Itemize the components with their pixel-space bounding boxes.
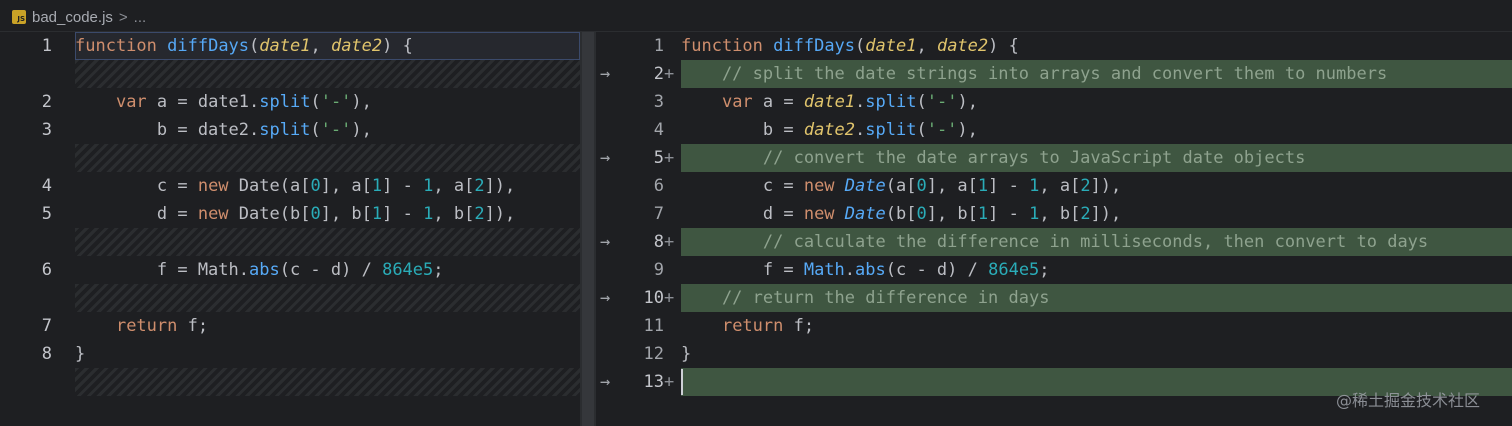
code-line[interactable]: b = date2.split('-'),: [681, 116, 978, 144]
line-number: 8: [653, 232, 664, 252]
code-line[interactable]: d = new Date(b[0], b[1] - 1, b[2]),: [681, 200, 1121, 228]
code-line[interactable]: b = date2.split('-'),: [75, 116, 372, 144]
diff-gap-hatch: [75, 60, 580, 88]
added-marker: +: [664, 232, 675, 252]
line-number: 10: [643, 288, 664, 308]
line-number: 5: [653, 148, 664, 168]
code-line[interactable]: var a = date1.split('-'),: [75, 88, 372, 116]
line-number: 13: [643, 372, 664, 392]
line-number: 6: [653, 176, 664, 196]
added-marker: +: [664, 148, 675, 168]
code-line[interactable]: f = Math.abs(c - d) / 864e5;: [75, 256, 444, 284]
line-number: 2: [653, 64, 664, 84]
code-line[interactable]: // calculate the difference in milliseco…: [681, 228, 1428, 256]
line-number: 5: [41, 204, 52, 224]
code-line[interactable]: c = new Date(a[0], a[1] - 1, a[2]),: [75, 172, 515, 200]
diff-gap-hatch: [75, 368, 580, 396]
line-number: 9: [653, 260, 664, 280]
line-number: 7: [41, 316, 52, 336]
line-number: 4: [653, 120, 664, 140]
line-number: 6: [41, 260, 52, 280]
code-line[interactable]: var a = date1.split('-'),: [681, 88, 978, 116]
code-line[interactable]: function diffDays(date1, date2) {: [75, 32, 413, 60]
line-number: 1: [653, 36, 664, 56]
diff-gap-hatch: [75, 284, 580, 312]
code-line[interactable]: c = new Date(a[0], a[1] - 1, a[2]),: [681, 172, 1121, 200]
code-line[interactable]: function diffDays(date1, date2) {: [681, 32, 1019, 60]
code-line[interactable]: // return the difference in days: [681, 284, 1050, 312]
line-number: 7: [653, 204, 664, 224]
modified-pane[interactable]: 1 function diffDays(date1, date2) { → 2 …: [596, 32, 1512, 426]
code-line[interactable]: return f;: [681, 312, 814, 340]
code-line[interactable]: return f;: [75, 312, 208, 340]
code-line[interactable]: // split the date strings into arrays an…: [681, 60, 1387, 88]
js-file-icon: JS: [12, 10, 26, 24]
watermark: @稀土掘金技术社区: [1336, 391, 1481, 410]
code-line[interactable]: d = new Date(b[0], b[1] - 1, b[2]),: [75, 200, 515, 228]
line-number: 4: [41, 176, 52, 196]
code-line[interactable]: // convert the date arrays to JavaScript…: [681, 144, 1305, 172]
breadcrumb-more[interactable]: ...: [134, 9, 147, 26]
original-pane[interactable]: 1 function diffDays(date1, date2) { 2 va…: [0, 32, 580, 426]
line-number: 8: [41, 344, 52, 364]
code-line[interactable]: }: [681, 340, 691, 368]
line-number: 3: [653, 92, 664, 112]
line-number: 1: [41, 36, 52, 56]
file-name[interactable]: bad_code.js: [32, 9, 113, 26]
diff-gap-hatch: [75, 144, 580, 172]
editor-tab-bar: JS bad_code.js > ...: [0, 0, 1512, 32]
line-number: 2: [41, 92, 52, 112]
chevron-right-icon: >: [118, 8, 128, 26]
line-number: 12: [643, 344, 664, 364]
line-number: 3: [41, 120, 52, 140]
diff-gap-hatch: [75, 228, 580, 256]
text-caret: [681, 369, 683, 395]
line-number: 11: [643, 316, 664, 336]
code-line[interactable]: }: [75, 340, 85, 368]
added-marker: +: [664, 372, 675, 392]
added-marker: +: [664, 288, 675, 308]
scrollbar[interactable]: [582, 32, 594, 426]
file-tab[interactable]: JS bad_code.js > ...: [12, 6, 146, 28]
added-marker: +: [664, 64, 675, 84]
code-line[interactable]: f = Math.abs(c - d) / 864e5;: [681, 256, 1050, 284]
